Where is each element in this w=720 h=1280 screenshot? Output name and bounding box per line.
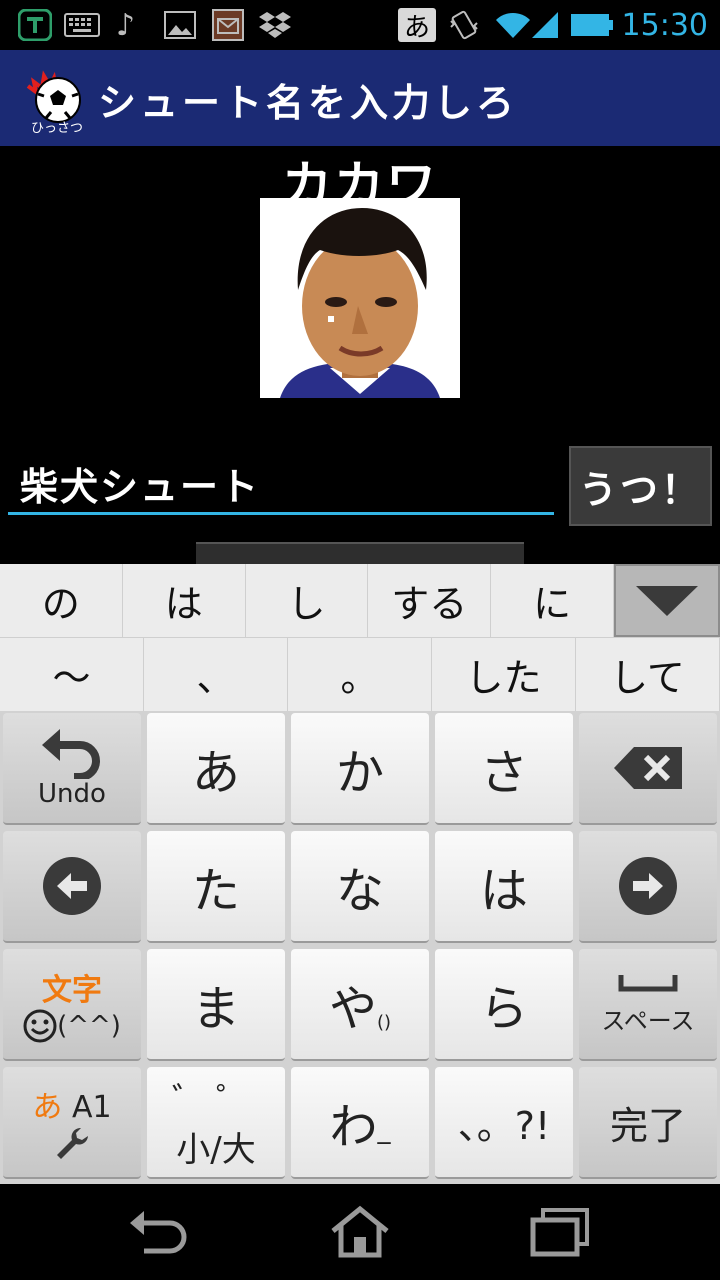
battery-icon [570, 9, 614, 41]
arrow-left-icon [43, 857, 101, 915]
chevron-down-icon [635, 585, 698, 616]
dakuten-key[interactable]: ゛゜ 小/大 [147, 1067, 285, 1179]
smiley-icon [23, 1009, 57, 1043]
clock: 15:30 [621, 8, 708, 43]
candidate-row-1: の は し する に [0, 564, 720, 637]
dropbox-icon [258, 9, 292, 41]
key-ta[interactable]: た [147, 831, 285, 943]
cursor-left-key[interactable] [3, 831, 141, 943]
recent-apps-button[interactable] [520, 1202, 600, 1262]
candidate-row-2: ～ 、 。 した して [0, 637, 720, 711]
key-wa[interactable]: わ _ [291, 1067, 429, 1179]
moji-label: 文字 [42, 973, 102, 1008]
candidate[interactable]: した [432, 638, 576, 711]
shield-icon [18, 9, 52, 41]
input-mode-key[interactable]: あ A1 [3, 1067, 141, 1179]
key-a[interactable]: あ [147, 713, 285, 825]
signal-icon [530, 9, 560, 41]
cursor-right-key[interactable] [579, 831, 717, 943]
key-ha[interactable]: は [435, 831, 573, 943]
undo-key[interactable]: Undo [3, 713, 141, 825]
key-na[interactable]: な [291, 831, 429, 943]
dakuten-top: ゛゜ [172, 1081, 260, 1121]
candidate[interactable]: し [246, 564, 369, 637]
space-key[interactable]: スペース [579, 949, 717, 1061]
navigation-bar [0, 1184, 720, 1280]
undo-label: Undo [38, 779, 106, 809]
candidate[interactable]: に [491, 564, 614, 637]
key-ya[interactable]: や() [291, 949, 429, 1061]
backspace-key[interactable] [579, 713, 717, 825]
vibrate-icon [448, 9, 480, 41]
candidate[interactable]: の [0, 564, 123, 637]
emoticon-label: (^^) [57, 1011, 121, 1041]
space-label: スペース [601, 1006, 695, 1035]
app-bar: ひっさつ シュート名を入力しろ [0, 50, 720, 146]
back-button[interactable] [118, 1202, 198, 1262]
key-wa-sub: _ [377, 1115, 391, 1145]
key-wa-label: わ [329, 1099, 378, 1155]
done-key[interactable]: 完了 [579, 1067, 717, 1179]
home-button[interactable] [320, 1202, 400, 1262]
shot-name-input[interactable] [8, 455, 554, 515]
moji-emoticon-key[interactable]: 文字 (^^) [3, 949, 141, 1061]
back-icon [130, 1211, 187, 1254]
dakuten-bottom: 小/大 [176, 1130, 256, 1170]
key-ya-label: や [328, 981, 377, 1037]
candidate[interactable]: 、 [144, 638, 288, 711]
candidate[interactable]: は [123, 564, 246, 637]
page-title: シュート名を入力しろ [98, 81, 519, 125]
candidate[interactable]: する [368, 564, 492, 637]
backspace-icon [614, 747, 682, 789]
space-icon [618, 974, 678, 991]
shoot-button[interactable]: うつ！ [569, 446, 712, 526]
mode-alnum-label: A1 [71, 1090, 112, 1125]
wrench-icon [57, 1128, 88, 1159]
wifi-icon [494, 9, 532, 41]
candidate[interactable]: ～ [0, 638, 144, 711]
music-icon: ♪ [116, 7, 136, 43]
status-bar: ♪ あ 15:30 [0, 0, 720, 50]
soft-keyboard: の は し する に ～ 、 。 した して Undo あ か さ た な は … [0, 564, 720, 1184]
app-logo[interactable]: ひっさつ [22, 68, 92, 136]
key-ka[interactable]: か [291, 713, 429, 825]
key-ra[interactable]: ら [435, 949, 573, 1061]
key-sa[interactable]: さ [435, 713, 573, 825]
candidate[interactable]: して [576, 638, 720, 711]
collapse-candidates-button[interactable] [613, 564, 720, 637]
player-portrait [260, 198, 460, 398]
undo-icon [42, 729, 100, 779]
ime-indicator: あ [398, 8, 436, 43]
logo-caption: ひっさつ [31, 121, 83, 134]
punctuation-key[interactable]: 、。?! [435, 1067, 573, 1179]
key-ya-sub: () [376, 1012, 392, 1033]
image-icon [164, 9, 196, 41]
mode-hiragana-label: あ [32, 1090, 63, 1125]
arrow-right-icon [619, 857, 677, 915]
key-ma[interactable]: ま [147, 949, 285, 1061]
candidate[interactable]: 。 [288, 638, 432, 711]
keyboard-icon [64, 9, 100, 41]
home-icon [331, 1205, 389, 1258]
email-icon [212, 9, 244, 41]
recent-apps-icon [530, 1208, 589, 1257]
